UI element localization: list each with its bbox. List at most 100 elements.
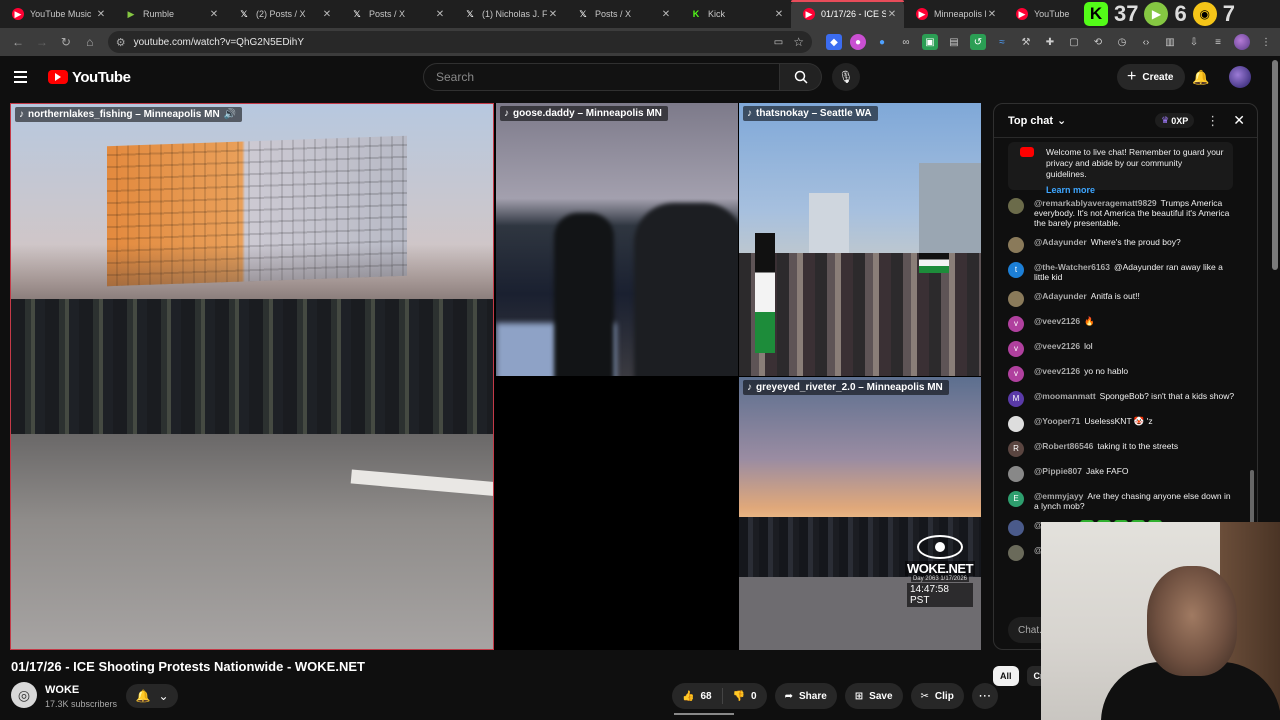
chat-author-avatar[interactable]: E [1008, 491, 1024, 507]
notifications-bell-icon[interactable]: 🔔 [1190, 66, 1212, 88]
chat-author-name[interactable]: @emmyjayy [1034, 491, 1083, 501]
chat-author-name[interactable]: @veev2126 [1034, 366, 1080, 376]
chat-author-name[interactable]: @Adayunder [1034, 291, 1087, 301]
learn-more-link[interactable]: Learn more [1046, 185, 1225, 196]
close-tab-icon[interactable]: ✕ [773, 9, 785, 20]
extension-circle-icon[interactable]: ● [850, 34, 866, 50]
chat-author-name[interactable]: @Adayunder [1034, 237, 1087, 247]
browser-tab[interactable]: 𝕏 Posts / X ✕ [565, 0, 678, 28]
extensions-puzzle-icon[interactable]: ✚ [1042, 34, 1058, 50]
chat-author-name[interactable]: @moomanmatt [1034, 391, 1096, 401]
more-actions-icon[interactable]: ⋯ [971, 683, 998, 709]
video-player[interactable]: ♪ northernlakes_fishing – Minneapolis MN 🔊… [10, 103, 981, 650]
site-info-icon[interactable]: ⚙ [116, 36, 126, 49]
back-icon[interactable]: ← [6, 30, 30, 54]
extension-dot-icon[interactable]: ● [874, 34, 890, 50]
browser-tab-active[interactable]: ▶ 01/17/26 - ICE Sh ✕ [791, 0, 904, 28]
close-tab-icon[interactable]: ✕ [434, 9, 446, 20]
browser-profile-avatar[interactable] [1234, 34, 1250, 50]
browser-tab[interactable]: ▶ Rumble ✕ [113, 0, 226, 28]
browser-tab[interactable]: ▶ YouTube Music ✕ [0, 0, 113, 28]
dislike-button[interactable]: 👎 0 [723, 683, 767, 709]
chat-author-avatar[interactable] [1008, 520, 1024, 536]
search-button[interactable] [780, 63, 822, 91]
address-bar[interactable]: ⚙ youtube.com/watch?v=QhG2N5EDihY ▭ ☆ [107, 31, 812, 53]
chat-author-avatar[interactable] [1008, 291, 1024, 307]
chat-author-avatar[interactable] [1008, 466, 1024, 482]
close-tab-icon[interactable]: ✕ [660, 9, 672, 20]
chat-author-name[interactable]: @the-Watcher6163 [1034, 262, 1110, 272]
reload-icon[interactable]: ↻ [54, 30, 78, 54]
close-tab-icon[interactable]: ✕ [95, 9, 107, 20]
extension-glasses-icon[interactable]: ∞ [898, 34, 914, 50]
browser-tab[interactable]: ▶Minneapolis Ri✕ [904, 0, 1004, 28]
close-tab-icon[interactable]: ✕ [208, 9, 220, 20]
youtube-logo[interactable]: YouTube [48, 69, 131, 86]
sidebar-icon[interactable]: ▥ [1162, 34, 1178, 50]
chat-author-avatar[interactable]: M [1008, 391, 1024, 407]
channel-name[interactable]: WOKE [45, 684, 79, 696]
chat-scrollbar[interactable] [1250, 140, 1254, 530]
like-button[interactable]: 👍 68 [672, 683, 722, 709]
browser-tab[interactable]: 𝕏(1) Nicholas J. Fue✕ [452, 0, 565, 28]
cast-icon[interactable]: ▭ [774, 37, 783, 48]
chat-author-name[interactable]: @remarkablyaveragematt9829 [1034, 198, 1157, 208]
extension-tool-icon[interactable]: ⚒ [1018, 34, 1034, 50]
chat-author-name[interactable]: @Robert86546 [1034, 441, 1093, 451]
bookmark-star-icon[interactable]: ☆ [793, 35, 804, 49]
chat-author-name[interactable]: @Pippie807 [1034, 466, 1082, 476]
extension-refresh-icon[interactable]: ↺ [970, 34, 986, 50]
chat-author-avatar[interactable] [1008, 545, 1024, 561]
page-scrollbar[interactable] [1272, 60, 1278, 270]
chat-author-avatar[interactable]: t [1008, 262, 1024, 278]
extension-shield-icon[interactable]: ◆ [826, 34, 842, 50]
extension-wave-icon[interactable]: ≈ [994, 34, 1010, 50]
home-icon[interactable]: ⌂ [78, 30, 102, 54]
extension-box-icon[interactable]: ▢ [1066, 34, 1082, 50]
chat-mode-dropdown[interactable]: Top chat ⌄ [1008, 114, 1066, 128]
chat-author-avatar[interactable]: v [1008, 366, 1024, 382]
chat-options-icon[interactable]: ⋮ [1206, 113, 1219, 129]
history-icon[interactable]: ⟲ [1090, 34, 1106, 50]
chat-author-name[interactable]: @veev2126 [1034, 341, 1080, 351]
chat-author-name[interactable]: @Yooper71 [1034, 416, 1080, 426]
share-button[interactable]: ➦ Share [774, 683, 837, 709]
chat-author-avatar[interactable] [1008, 416, 1024, 432]
browser-tab[interactable]: 𝕏 Posts / X ✕ [339, 0, 452, 28]
extension-window-icon[interactable]: ▤ [946, 34, 962, 50]
close-tab-icon[interactable]: ✕ [547, 9, 559, 20]
chat-author-avatar[interactable]: v [1008, 341, 1024, 357]
subscription-bell-button[interactable]: 🔔 ⌄ [126, 684, 178, 708]
search-input[interactable]: Search [423, 63, 781, 91]
forward-icon[interactable]: → [30, 30, 54, 54]
reading-list-icon[interactable]: ≡ [1210, 34, 1226, 50]
chat-author-avatar[interactable]: R [1008, 441, 1024, 457]
extension-clock-icon[interactable]: ◷ [1114, 34, 1130, 50]
downloads-icon[interactable]: ⇩ [1186, 34, 1202, 50]
code-icon[interactable]: ‹› [1138, 34, 1154, 50]
clip-button[interactable]: ✂ Clip [910, 683, 964, 709]
chat-author-avatar[interactable] [1008, 237, 1024, 253]
chat-author-name[interactable]: @veev2126 [1034, 316, 1080, 326]
channel-avatar[interactable]: ◎ [11, 682, 37, 708]
account-avatar[interactable] [1229, 66, 1251, 88]
browser-tab[interactable]: 𝕏 (2) Posts / X ✕ [226, 0, 339, 28]
browser-tab[interactable]: ▶ YouTube [1004, 0, 1076, 28]
close-tab-icon[interactable]: ✕ [986, 9, 998, 20]
chat-author-avatar[interactable] [1008, 198, 1024, 214]
extension-green-icon[interactable]: ▣ [922, 34, 938, 50]
close-tab-icon[interactable]: ✕ [886, 9, 898, 20]
browser-menu-icon[interactable]: ⋮ [1258, 34, 1274, 50]
microphone-icon[interactable]: 🎙 [832, 63, 860, 91]
chip-all[interactable]: All [993, 666, 1019, 686]
close-tab-icon[interactable]: ✕ [321, 9, 333, 20]
browser-tab[interactable]: K Kick ✕ [678, 0, 791, 28]
subscriber-count: 17.3K subscribers [45, 699, 118, 709]
save-button[interactable]: ⊞ Save [844, 683, 903, 709]
xp-badge[interactable]: ♛ 0XP [1155, 113, 1195, 128]
close-chat-icon[interactable]: ✕ [1233, 112, 1245, 129]
youtube-music-icon: ▶ [12, 8, 24, 20]
hamburger-menu-icon[interactable] [14, 66, 36, 88]
create-button[interactable]: + Create [1117, 64, 1186, 90]
chat-author-avatar[interactable]: v [1008, 316, 1024, 332]
